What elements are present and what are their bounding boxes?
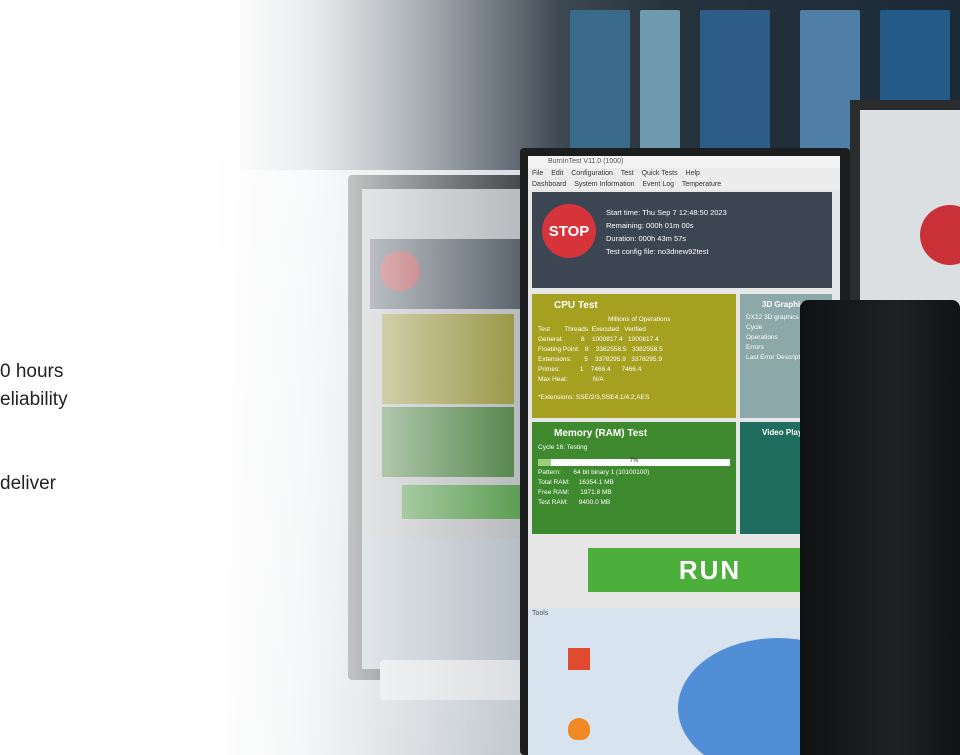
- menu-test[interactable]: Test: [621, 170, 634, 177]
- config-file: Test config file: no3dnew92test: [606, 247, 709, 256]
- menu-help[interactable]: Help: [686, 170, 700, 177]
- duration: Duration: 000h 43m 57s: [606, 234, 687, 243]
- photo-scene: BurnInTest V11.0 (1000) File Edit Config…: [0, 0, 960, 755]
- table-row: Primes: 1 7466.4 7466.4: [538, 366, 642, 373]
- cpu-table-columns: Test Threads Executed Verified: [538, 326, 646, 333]
- menu-file[interactable]: File: [532, 170, 543, 177]
- memory-cycle: Cycle 16: Testing: [538, 444, 588, 451]
- white-fade-overlay: [0, 0, 560, 755]
- tab-event-log[interactable]: Event Log: [642, 181, 674, 188]
- memory-test-title: Memory (RAM) Test: [554, 428, 648, 439]
- menu-configuration[interactable]: Configuration: [571, 170, 613, 177]
- book: [640, 10, 680, 160]
- stop-button-partial: [920, 205, 960, 265]
- desktop-area: Tools: [528, 608, 840, 755]
- menu-edit[interactable]: Edit: [551, 170, 563, 177]
- cpu-test-panel: CPU Test Millions of Operations Test Thr…: [532, 294, 736, 418]
- table-row: Floating Point: 8 3382558.5 3382558.5: [538, 346, 663, 353]
- table-row: Total RAM: 16354.1 MB: [538, 479, 614, 486]
- start-time: Start time: Thu Sep 7 12:48:50 2023: [606, 208, 727, 217]
- app-shortcut-icon[interactable]: [568, 648, 590, 670]
- table-row: Max Heat: N/A: [538, 376, 604, 383]
- copy-line-3: deliver: [0, 473, 56, 494]
- status-lines: Start time: Thu Sep 7 12:48:50 2023 Rema…: [606, 206, 727, 258]
- memory-test-panel: Memory (RAM) Test Cycle 16: Testing 7% P…: [532, 422, 736, 534]
- copy-line-1: 0 hours: [0, 361, 64, 382]
- table-row: Free RAM: 1971.8 MB: [538, 489, 612, 496]
- run-button[interactable]: RUN: [588, 548, 832, 592]
- cpu-test-table: Millions of Operations Test Threads Exec…: [532, 311, 736, 403]
- table-row: Pattern: 64 bit binary 1 (10100100): [538, 469, 650, 476]
- tab-bar: Dashboard System Information Event Log T…: [528, 179, 840, 190]
- left-copy-text: 0 hours eliability deliver: [0, 358, 68, 498]
- cpu-footnote: *Extensions: SSE/2/3,SSE4.1/4.2,AES: [538, 394, 650, 401]
- table-row: General: 8 1000817.4 1000817.4: [538, 336, 659, 343]
- memory-details: Pattern: 64 bit binary 1 (10100100) Tota…: [532, 464, 736, 508]
- stop-button[interactable]: STOP: [542, 204, 596, 258]
- book: [570, 10, 630, 160]
- menu-bar: File Edit Configuration Test Quick Tests…: [528, 168, 840, 179]
- flame-icon[interactable]: [568, 718, 590, 740]
- cpu-table-header: Millions of Operations: [608, 316, 671, 323]
- tab-system-information[interactable]: System Information: [574, 181, 634, 188]
- tab-dashboard[interactable]: Dashboard: [532, 181, 566, 188]
- cpu-test-title: CPU Test: [554, 300, 598, 311]
- menu-quick-tests[interactable]: Quick Tests: [642, 170, 678, 177]
- table-row: Test RAM: 9400.0 MB: [538, 499, 611, 506]
- monitor-screen: BurnInTest V11.0 (1000) File Edit Config…: [528, 156, 840, 755]
- remaining-time: Remaining: 000h 01m 00s: [606, 221, 694, 230]
- book: [700, 10, 770, 160]
- window-title: BurnInTest V11.0 (1000): [528, 156, 840, 168]
- tab-temperature[interactable]: Temperature: [682, 181, 721, 188]
- folder-label: Tools: [532, 610, 549, 617]
- copy-line-2: eliability: [0, 389, 68, 410]
- table-row: Extensions: 5 3378295.9 3378295.9: [538, 356, 662, 363]
- foreground-dark-object: [800, 300, 960, 755]
- status-panel: STOP Start time: Thu Sep 7 12:48:50 2023…: [532, 192, 832, 288]
